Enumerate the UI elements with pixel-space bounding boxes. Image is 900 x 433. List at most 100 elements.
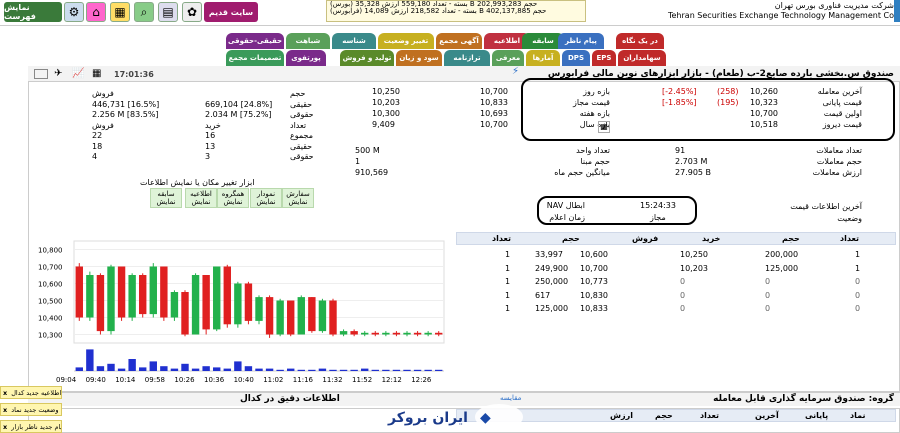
volume-bar [107, 363, 115, 371]
tab-row2[interactable]: DPS [562, 50, 590, 66]
search-icon[interactable]: ⌕ [134, 2, 154, 22]
x-tick-label: 12:26 [411, 376, 432, 384]
codal-link[interactable]: اطلاعات دقیق در کدال [240, 394, 340, 404]
candle-body [287, 300, 295, 335]
notification[interactable]: x وضعیت جدید نماد [0, 403, 62, 416]
candle-body [149, 266, 157, 315]
orderbook-cell: 249,900 [535, 263, 569, 273]
chart-icon[interactable]: 📈 [72, 68, 84, 79]
orderbook-cell: 0 [855, 277, 861, 286]
tab-row2[interactable]: تصمیمات مجمع [226, 50, 284, 66]
y-tick-label: 10,400 [38, 315, 63, 323]
tool-button-sub: نمایش [288, 198, 308, 206]
home-icon[interactable]: ⌂ [86, 2, 106, 22]
client-buy: 16 [205, 131, 216, 140]
calculator-icon[interactable]: ▦ [110, 2, 130, 22]
orderbook-col-header: حجم [782, 234, 800, 243]
tool-button-title: نمودار [256, 190, 276, 198]
x-tick-label: 10:14 [115, 376, 136, 384]
orderbook-cell: 1 [505, 277, 511, 286]
tab-row1[interactable]: شباهت [286, 33, 330, 49]
announce-time-value: مجاز [650, 213, 666, 222]
pin-icon[interactable]: ✈ [54, 68, 62, 79]
candle-body [350, 331, 358, 335]
orderbook-cell: 250,000 [535, 277, 569, 286]
client-buy: 3 [205, 152, 211, 161]
orderbook-col-header: تعداد [840, 234, 859, 243]
tab-row2[interactable]: سهامداران [618, 50, 666, 66]
calc-icon[interactable]: ▦ [598, 121, 610, 133]
grid-icon[interactable]: ▤ [158, 2, 178, 22]
volume-bar [276, 369, 284, 371]
tool-button-sub: نمایش [256, 198, 276, 206]
settings-icon[interactable]: ✿ [182, 2, 202, 22]
y-tick-label: 10,600 [38, 281, 63, 289]
candle-body [424, 332, 432, 335]
tab-row1[interactable]: در یک نگاه [616, 33, 664, 49]
tool-button[interactable]: نمودار نمایش [250, 188, 282, 208]
compare-link[interactable]: مقایسه [500, 394, 521, 402]
old-site-button[interactable]: سایت قدیم [204, 2, 258, 22]
tab-row1[interactable]: پیام ناظر [558, 33, 604, 49]
price-value: 10,518 [750, 120, 778, 129]
volume-bar [308, 369, 316, 371]
candle-body [339, 331, 348, 335]
range-min: 10,250 [372, 87, 400, 96]
tab-row2[interactable]: تولید و فروش [340, 50, 394, 66]
tab-row1[interactable]: آگهی مجمع [436, 33, 482, 49]
candle-body [128, 275, 136, 318]
volume-bar [339, 369, 348, 371]
client-label: مجموع [290, 131, 313, 140]
tools-icon[interactable]: ⚙ [64, 2, 84, 22]
x-tick-label: 11:16 [293, 376, 314, 384]
price-change: (258) [717, 87, 739, 96]
tool-button[interactable]: همگروه نمایش [217, 188, 249, 208]
tab-row1[interactable]: شناسه [332, 33, 376, 49]
close-icon[interactable]: x [3, 406, 7, 414]
stat2-label: حجم مبنا [580, 157, 610, 166]
volume-bar [403, 369, 411, 371]
volume-bar [297, 369, 305, 371]
x-tick-label: 09:04 [56, 376, 77, 384]
tab-row1[interactable]: تغییر وضعیت [378, 33, 434, 49]
notification[interactable]: x اطلاعیه جدید کدال [0, 386, 62, 399]
last-price-info-label: آخرین اطلاعات قیمت [790, 202, 862, 211]
orderbook-cell: 10,833 [580, 304, 608, 313]
tool-button-sub: نمایش [156, 198, 176, 206]
close-icon[interactable]: x [3, 389, 7, 397]
tool-button[interactable]: اطلاعیه نمایش [185, 188, 217, 208]
tab-row2[interactable]: سود و زیان [396, 50, 442, 66]
close-icon[interactable]: x [3, 423, 7, 431]
candle-body [435, 332, 443, 335]
tab-row2[interactable]: آمارها [526, 50, 560, 66]
company-name: شرکت مدیریت فناوری بورس تهران Tehran Sec… [668, 1, 894, 21]
show-list-button[interactable]: نمایش فهرست [4, 2, 62, 22]
candle-body [265, 297, 274, 335]
tab-row2[interactable]: پورتفوی [286, 50, 326, 66]
candle-body [139, 275, 147, 315]
stat2-value: 500 M [355, 146, 380, 155]
market-ticker: (بورس) بسته - تعداد 559,180 ارزش 35,328 … [326, 0, 586, 22]
tool-button[interactable]: سفارش نمایش [282, 188, 314, 208]
client-label: حقیقی [290, 99, 313, 109]
range-max: 10,833 [480, 98, 508, 107]
tab-row2[interactable]: معرفی [492, 50, 524, 66]
tab-row2[interactable]: EPS [592, 50, 616, 66]
tab-row1[interactable]: حقیقی-حقوقی [226, 33, 284, 49]
candle-body [361, 332, 369, 335]
candle-body [213, 266, 221, 330]
notification-text: اطلاعیه جدید کدال [11, 388, 62, 397]
orderbook-col-header: حجم [562, 234, 580, 243]
volume-bar [371, 369, 379, 371]
tab-row2[interactable]: ترازنامه [444, 50, 490, 66]
tool-button[interactable]: سابقه نمایش [150, 188, 182, 208]
volume-bar [86, 349, 94, 371]
volume-bar [382, 369, 390, 371]
table-icon[interactable]: ▦ [92, 68, 101, 79]
volume-bar [329, 369, 337, 371]
orderbook-header [456, 232, 896, 245]
orderbook-col-header: فروش [632, 234, 659, 243]
notification[interactable]: x پیام جدید ناظر بازار [0, 420, 62, 433]
orderbook-cell: 1 [505, 263, 511, 273]
window-icon[interactable] [34, 69, 48, 79]
